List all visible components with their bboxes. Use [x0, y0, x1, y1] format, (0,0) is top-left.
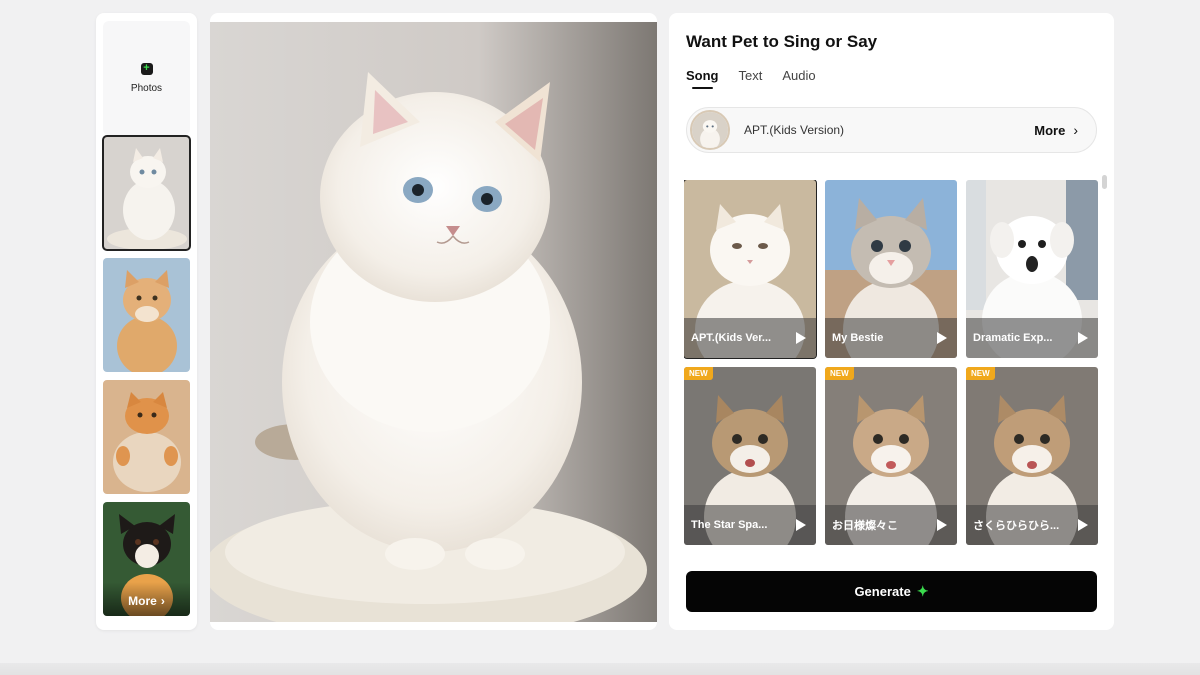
chubby-cat-thumbnail-image: [103, 380, 190, 494]
selected-song-bar[interactable]: APT.(Kids Version) More ›: [686, 107, 1097, 153]
song-options-panel: Want Pet to Sing or Say Song Text Audio …: [669, 13, 1114, 630]
more-photos-button[interactable]: More ›: [103, 582, 190, 616]
page-bottom-edge: [0, 663, 1200, 675]
song-card-ohisama[interactable]: NEW お日様燦々こ: [825, 367, 957, 545]
more-photos-label: More: [128, 594, 157, 608]
new-badge: NEW: [825, 367, 854, 380]
new-badge: NEW: [684, 367, 713, 380]
song-grid: APT.(Kids Ver... My Bestie Dramatic Exp.…: [684, 180, 1099, 548]
orange-cat-thumbnail-image: [103, 258, 190, 372]
panel-title: Want Pet to Sing or Say: [686, 32, 878, 51]
song-card-dramatic-exp[interactable]: Dramatic Exp...: [966, 180, 1098, 358]
photo-thumbnail-orange-cat[interactable]: [103, 258, 190, 372]
song-card-bar: さくらひらひら...: [966, 505, 1098, 545]
generate-button[interactable]: Generate ✦: [686, 571, 1097, 612]
song-card-title: お日様燦々こ: [832, 520, 898, 532]
photo-thumbnail-puppy[interactable]: More ›: [103, 502, 190, 616]
more-songs-button[interactable]: More ›: [1034, 122, 1078, 138]
song-card-bar: Dramatic Exp...: [966, 318, 1098, 358]
song-card-title: APT.(Kids Ver...: [691, 332, 772, 344]
play-icon[interactable]: [937, 332, 947, 344]
song-card-sakura[interactable]: NEW さくらひらひら...: [966, 367, 1098, 545]
selected-song-name: APT.(Kids Version): [744, 123, 845, 137]
plus-square-icon: +: [140, 62, 153, 75]
sparkle-icon: ✦: [916, 583, 929, 599]
upload-photos-label: Photos: [130, 82, 163, 94]
mode-tabs: Song Text Audio: [686, 68, 816, 89]
tab-song[interactable]: Song: [686, 68, 719, 89]
song-card-title: Dramatic Exp...: [973, 332, 1053, 344]
song-card-title: さくらひらひら...: [973, 520, 1060, 532]
white-cat-thumbnail-image: [103, 136, 190, 250]
tab-text[interactable]: Text: [739, 68, 763, 89]
song-card-bar: The Star Spa...: [684, 505, 816, 545]
photo-thumbnail-white-cat[interactable]: [102, 135, 191, 251]
play-icon[interactable]: [937, 519, 947, 531]
more-songs-label: More: [1034, 122, 1066, 138]
chevron-right-icon: ›: [160, 594, 165, 608]
chevron-right-icon: ›: [1073, 122, 1078, 138]
photo-thumbnail-chubby-cat[interactable]: [103, 380, 190, 494]
photo-preview: [210, 13, 657, 630]
song-card-my-bestie[interactable]: My Bestie: [825, 180, 957, 358]
upload-photos-button[interactable]: + Photos: [103, 21, 190, 135]
play-icon[interactable]: [1078, 332, 1088, 344]
generate-label: Generate: [854, 584, 911, 599]
song-grid-scrollbar[interactable]: [1102, 175, 1107, 189]
photo-sidebar: + Photos More ›: [96, 13, 197, 630]
selected-song-avatar: [690, 110, 730, 150]
song-card-apt[interactable]: APT.(Kids Ver...: [684, 180, 817, 359]
song-card-bar: お日様燦々こ: [825, 505, 957, 545]
play-icon[interactable]: [1078, 519, 1088, 531]
play-icon[interactable]: [796, 519, 806, 531]
song-card-bar: My Bestie: [825, 318, 957, 358]
song-card-title: The Star Spa...: [691, 519, 768, 531]
white-cat-preview-image: [210, 22, 657, 622]
song-card-title: My Bestie: [832, 332, 884, 344]
song-card-bar: APT.(Kids Ver...: [684, 318, 816, 358]
play-icon[interactable]: [796, 332, 806, 344]
song-card-star-spangled[interactable]: NEW The Star Spa...: [684, 367, 816, 545]
new-badge: NEW: [966, 367, 995, 380]
tab-audio[interactable]: Audio: [782, 68, 815, 89]
